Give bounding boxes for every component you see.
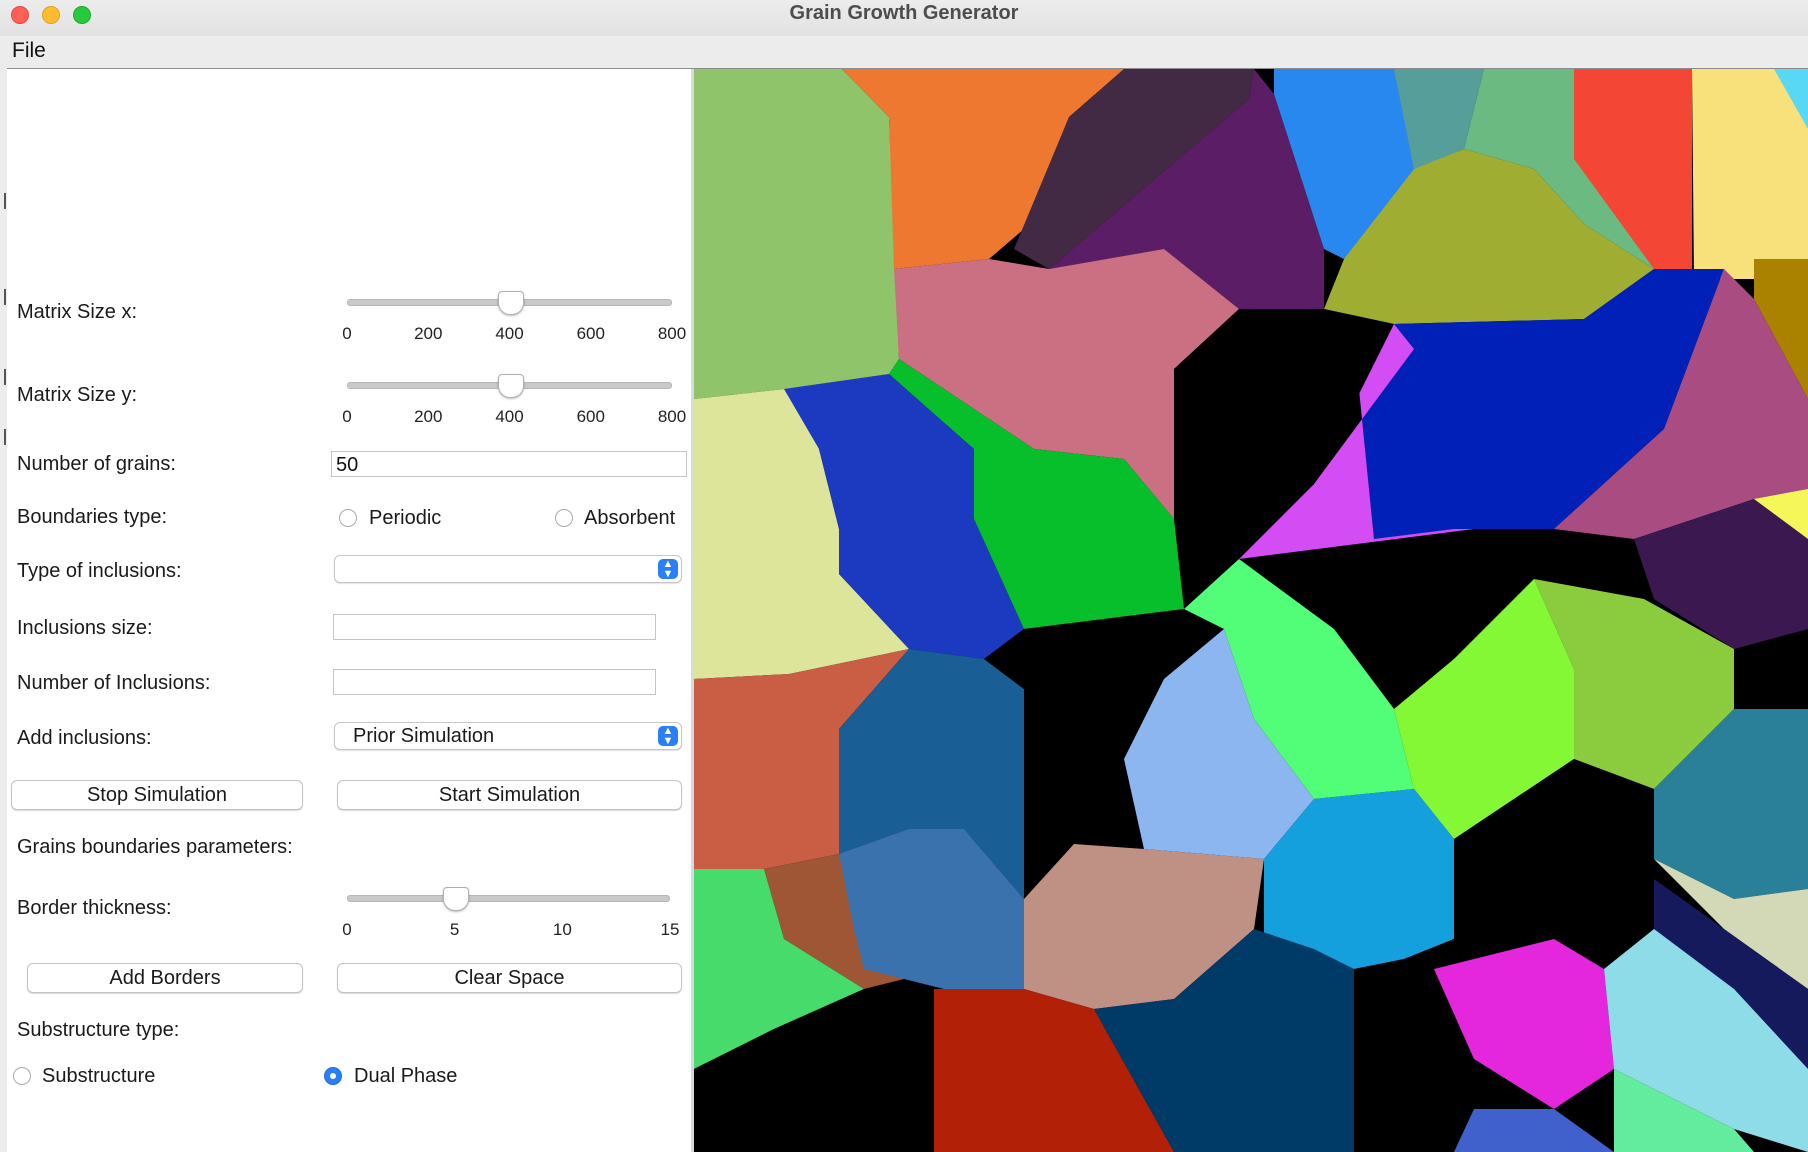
clear-space-button[interactable]: Clear Space bbox=[337, 963, 682, 993]
substructure-radio[interactable] bbox=[13, 1067, 31, 1085]
boundaries-type-label: Boundaries type: bbox=[17, 506, 168, 528]
matrix-size-x-label: Matrix Size x: bbox=[17, 301, 138, 323]
dual-phase-radio-label: Dual Phase bbox=[354, 1065, 458, 1087]
periodic-radio-label: Periodic bbox=[369, 507, 442, 529]
grain-region bbox=[1692, 69, 1808, 279]
slider-track bbox=[347, 895, 670, 902]
menu-file[interactable]: File bbox=[12, 39, 46, 63]
matrix-size-y-label: Matrix Size y: bbox=[17, 384, 138, 406]
slider-tick-label: 800 bbox=[657, 407, 687, 426]
slider-tick-label: 600 bbox=[576, 324, 605, 343]
slider-tick-label: 800 bbox=[657, 324, 687, 343]
add-inclusions-select[interactable]: Prior Simulation ▲ ▼ bbox=[334, 722, 682, 750]
border-thickness-slider[interactable]: 0 5 10 15 bbox=[342, 887, 679, 947]
slider-tick-label: 0 bbox=[342, 407, 352, 426]
slider-tick-label: 10 bbox=[552, 920, 572, 939]
slider-tick-label: 400 bbox=[495, 407, 524, 426]
grain-boundaries-heading: Grains boundaries parameters: bbox=[17, 836, 293, 858]
inclusions-size-input[interactable] bbox=[333, 614, 656, 640]
dual-phase-radio[interactable] bbox=[324, 1067, 342, 1085]
edge-mark bbox=[4, 193, 6, 209]
matrix-size-x-slider[interactable]: 0 200 400 600 800 bbox=[342, 291, 686, 351]
edge-mark bbox=[4, 429, 6, 445]
stop-simulation-button[interactable]: Stop Simulation bbox=[11, 780, 303, 810]
absorbent-radio[interactable] bbox=[555, 509, 573, 527]
select-arrows-icon: ▲ ▼ bbox=[658, 559, 678, 580]
number-of-inclusions-label: Number of Inclusions: bbox=[17, 672, 211, 694]
slider-tick-label: 15 bbox=[660, 920, 680, 939]
select-arrows-icon: ▲ ▼ bbox=[658, 726, 678, 747]
number-of-inclusions-input[interactable] bbox=[333, 669, 656, 695]
slider-tick-label: 200 bbox=[414, 407, 443, 426]
slider-thumb[interactable] bbox=[497, 291, 524, 315]
slider-tick-label: 400 bbox=[495, 324, 524, 343]
add-inclusions-label: Add inclusions: bbox=[17, 727, 152, 749]
slider-tick-label: 0 bbox=[342, 324, 352, 343]
border-thickness-label: Border thickness: bbox=[17, 897, 172, 919]
number-of-grains-input[interactable]: 50 bbox=[331, 451, 687, 477]
grain-region bbox=[694, 69, 899, 399]
grain-map bbox=[694, 69, 1808, 1152]
substructure-radio-label: Substructure bbox=[42, 1065, 156, 1087]
slider-thumb[interactable] bbox=[497, 374, 524, 398]
slider-tick-label: 200 bbox=[414, 324, 443, 343]
slider-tick-label: 600 bbox=[576, 407, 605, 426]
add-inclusions-value: Prior Simulation bbox=[353, 725, 495, 747]
slider-tick-label: 0 bbox=[342, 920, 352, 939]
menu-bar: File bbox=[0, 36, 1808, 68]
title-bar: Grain Growth Generator bbox=[0, 0, 1808, 37]
type-of-inclusions-select[interactable]: ▲ ▼ bbox=[334, 555, 682, 583]
simulation-canvas[interactable] bbox=[694, 69, 1808, 1152]
inclusions-size-label: Inclusions size: bbox=[17, 617, 153, 639]
slider-thumb[interactable] bbox=[442, 887, 469, 911]
left-edge bbox=[0, 69, 7, 1152]
edge-mark bbox=[4, 369, 6, 385]
type-of-inclusions-label: Type of inclusions: bbox=[17, 560, 182, 582]
absorbent-radio-label: Absorbent bbox=[584, 507, 676, 529]
number-of-grains-label: Number of grains: bbox=[17, 453, 176, 475]
periodic-radio[interactable] bbox=[339, 509, 357, 527]
window-title: Grain Growth Generator bbox=[789, 2, 1019, 24]
matrix-size-y-slider[interactable]: 0 200 400 600 800 bbox=[342, 374, 686, 434]
slider-tick-label: 5 bbox=[449, 920, 460, 939]
add-borders-button[interactable]: Add Borders bbox=[27, 963, 303, 993]
substructure-type-label: Substructure type: bbox=[17, 1019, 180, 1041]
start-simulation-button[interactable]: Start Simulation bbox=[337, 780, 682, 810]
edge-mark bbox=[4, 289, 6, 305]
